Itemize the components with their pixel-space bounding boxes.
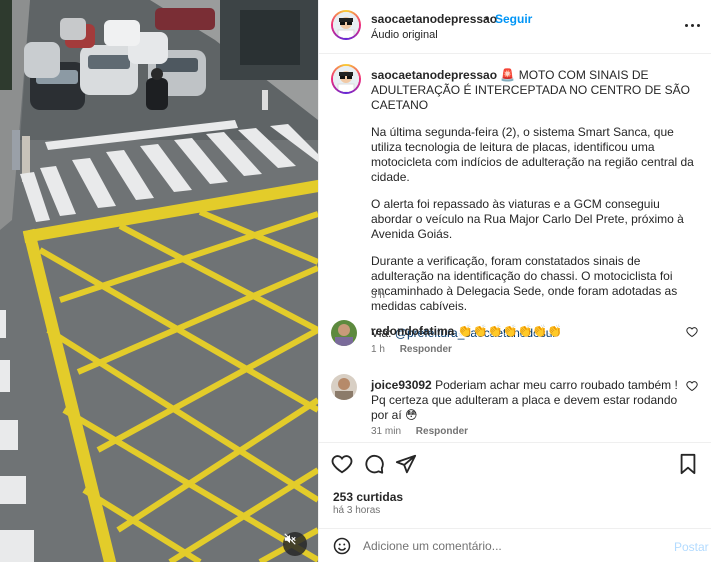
more-options-icon[interactable] — [685, 18, 703, 32]
comment-time: 31 min — [371, 426, 402, 437]
street-scene-video-frame — [0, 0, 318, 562]
reply-button[interactable]: Responder — [400, 344, 452, 355]
separator-dot: • — [485, 11, 490, 25]
heart-icon[interactable] — [331, 453, 353, 475]
comment-text: redondofatima 👏👏👏👏👏👏👏 — [371, 324, 681, 339]
add-comment-bar: Postar — [319, 528, 711, 562]
caption-username[interactable]: saocaetanodepressao — [371, 68, 497, 82]
caption-paragraph: Durante a verificação, foram constatados… — [371, 254, 678, 313]
comment-heart-icon[interactable] — [686, 380, 698, 392]
emoji-smile-icon[interactable] — [333, 537, 351, 555]
avatar-cartoon-icon — [333, 66, 359, 92]
instagram-post-window: saocaetanodepressao • Seguir Áudio origi… — [0, 0, 711, 562]
author-username[interactable]: saocaetanodepressao — [371, 12, 497, 26]
caption-paragraph: Na última segunda-feira (2), o sistema S… — [371, 125, 694, 184]
commenter-username[interactable]: redondofatima — [371, 324, 454, 338]
post-side-panel: saocaetanodepressao • Seguir Áudio origi… — [318, 0, 711, 562]
post-caption: saocaetanodepressao 🚨 MOTO COM SINAIS DE… — [371, 68, 701, 353]
commenter-avatar[interactable] — [331, 320, 357, 346]
comment-body: 👏👏👏👏👏👏👏 — [457, 324, 563, 338]
comment-meta: 31 min Responder — [371, 426, 480, 437]
post-video[interactable] — [0, 0, 318, 562]
reply-button[interactable]: Responder — [416, 426, 468, 437]
avatar-cartoon-icon — [333, 12, 359, 38]
paper-plane-icon[interactable] — [395, 453, 417, 475]
comment-input[interactable] — [363, 534, 653, 558]
caption-author-avatar[interactable] — [331, 64, 361, 94]
audio-label[interactable]: Áudio original — [371, 29, 438, 41]
comment-heart-icon[interactable] — [686, 326, 698, 338]
comment-text: joice93092 Poderiam achar meu carro roub… — [371, 378, 681, 423]
caption-timestamp: 3 h — [371, 290, 385, 301]
speaker-muted-icon — [284, 533, 296, 545]
post-comment-button[interactable]: Postar — [674, 540, 709, 554]
caption-paragraph: O alerta foi repassado às viaturas e a G… — [371, 197, 684, 241]
author-avatar[interactable] — [331, 10, 361, 40]
post-timestamp: há 3 horas — [333, 505, 381, 516]
commenter-avatar[interactable] — [331, 374, 357, 400]
bookmark-icon[interactable] — [677, 453, 699, 475]
post-actions-bar: 253 curtidas há 3 horas — [319, 442, 711, 532]
comment-time: 1 h — [371, 344, 385, 355]
likes-count[interactable]: 253 curtidas — [333, 490, 403, 504]
mute-button[interactable] — [283, 532, 307, 556]
post-header: saocaetanodepressao • Seguir Áudio origi… — [319, 0, 711, 54]
comment-meta: 1 h Responder — [371, 344, 464, 355]
siren-emoji: 🚨 — [500, 68, 516, 82]
comment-bubble-icon[interactable] — [363, 453, 385, 475]
follow-button[interactable]: Seguir — [495, 12, 532, 26]
commenter-username[interactable]: joice93092 — [371, 378, 432, 392]
